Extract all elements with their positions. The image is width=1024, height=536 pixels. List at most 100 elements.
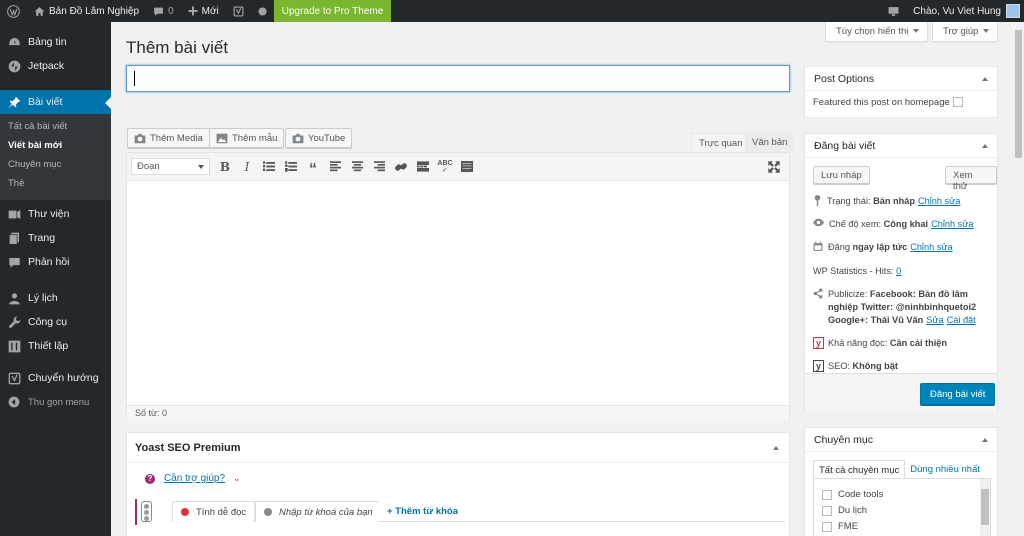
status-dot-button[interactable]: [251, 0, 274, 22]
chevron-down-icon: [983, 29, 990, 34]
help-link[interactable]: Cần trợ giúp?: [164, 473, 225, 484]
category-checkbox[interactable]: [822, 489, 832, 500]
quote-icon: “: [309, 160, 317, 178]
italic-button[interactable]: I: [236, 157, 258, 177]
comments-link[interactable]: 0: [146, 0, 181, 22]
stats-label: WP Statistics - Hits:: [813, 266, 894, 276]
post-title-input[interactable]: [126, 65, 790, 92]
edit-status-link[interactable]: Chỉnh sửa: [918, 196, 960, 206]
sidebar-item-redirects[interactable]: Chuyển hướng: [0, 366, 111, 390]
publish-when-label: Đăng: [828, 242, 850, 252]
fullscreen-button[interactable]: [763, 157, 785, 177]
collapse-arrow-icon[interactable]: [982, 143, 988, 148]
list-item[interactable]: Du lịch: [822, 505, 867, 516]
scrollbar-thumb[interactable]: [981, 489, 989, 525]
upgrade-pro-link[interactable]: Upgrade to Pro Theme: [273, 0, 392, 22]
bold-icon: B: [219, 159, 231, 174]
tab-visual-label: Trực quan: [699, 138, 743, 149]
editor-content-area[interactable]: [127, 181, 789, 405]
tab-all-categories[interactable]: Tất cả chuyên mục: [813, 460, 906, 479]
chevron-down-icon: [913, 29, 920, 34]
traffic-light-icon: [135, 499, 153, 525]
add-media-button[interactable]: Thêm Media: [127, 128, 210, 148]
sidebar-item-profile[interactable]: Lý lịch: [0, 286, 111, 310]
read-more-button[interactable]: [412, 157, 434, 177]
site-name-link[interactable]: Bản Đồ Lâm Nghiệp: [27, 0, 146, 22]
sidebar-item-settings[interactable]: Thiết lập: [0, 334, 111, 358]
camera-icon: [134, 133, 146, 143]
align-left-button[interactable]: [324, 157, 346, 177]
bold-button[interactable]: B: [214, 157, 236, 177]
account-menu[interactable]: Chào, Vu Viet Hung: [906, 0, 1024, 22]
blockquote-button[interactable]: “: [302, 157, 324, 177]
yoast-adminbar-button[interactable]: [226, 0, 251, 22]
wordpress-logo-button[interactable]: [0, 0, 27, 22]
help-button[interactable]: Trợ giúp: [932, 22, 999, 42]
align-right-button[interactable]: [368, 157, 390, 177]
collapse-arrow-icon[interactable]: [773, 445, 779, 450]
submenu-all-posts[interactable]: Tất cả bài viết: [0, 118, 111, 137]
submenu-tags[interactable]: Thẻ: [0, 175, 111, 194]
spellcheck-button[interactable]: ABC ✓: [434, 157, 456, 177]
word-count: Số từ: 0: [135, 408, 168, 418]
post-options-title: Post Options: [814, 72, 875, 85]
screen-options-button[interactable]: Tùy chọn hiển thị: [825, 22, 929, 42]
sidebar-item-posts[interactable]: Bài viết: [0, 90, 111, 114]
page-scrollbar[interactable]: [1013, 22, 1024, 536]
format-select[interactable]: Đoạn: [131, 158, 210, 175]
align-center-button[interactable]: [346, 157, 368, 177]
collapse-arrow-icon[interactable]: [982, 76, 988, 81]
tab-visual[interactable]: Trực quan: [691, 133, 751, 152]
publicize-settings-link[interactable]: Cài đặt: [947, 315, 976, 325]
sidebar-item-dashboard[interactable]: Bảng tin: [0, 30, 111, 54]
save-draft-button[interactable]: Lưu nháp: [813, 166, 870, 184]
sidebar-item-tools[interactable]: Công cụ: [0, 310, 111, 334]
chevron-down-icon[interactable]: ⌄: [233, 473, 241, 484]
categories-header[interactable]: Chuyên mục: [805, 428, 997, 452]
sidebar-item-comments[interactable]: Phản hồi: [0, 250, 111, 274]
submenu-categories[interactable]: Chuyên mục: [0, 156, 111, 175]
edit-publicize-link[interactable]: Sửa: [926, 315, 943, 325]
bullet-list-icon: [263, 161, 275, 171]
category-checkbox[interactable]: [822, 505, 832, 516]
publish-header[interactable]: Đăng bài viết: [805, 134, 997, 158]
readability-row: y Khả năng đọc: Cần cải thiện: [813, 337, 947, 350]
bullet-list-button[interactable]: [258, 157, 280, 177]
collapse-menu-button[interactable]: Thu gọn menu: [0, 390, 111, 414]
tab-text[interactable]: Văn bản: [745, 133, 795, 152]
toolbar-toggle-button[interactable]: [456, 157, 478, 177]
featured-label: Featured this post on homepage: [813, 97, 950, 108]
edit-schedule-link[interactable]: Chỉnh sửa: [910, 242, 952, 252]
submenu-add-new[interactable]: Viết bài mới: [0, 137, 111, 156]
edit-visibility-link[interactable]: Chỉnh sửa: [931, 219, 973, 229]
youtube-button[interactable]: YouTube: [285, 128, 353, 148]
category-scrollbar[interactable]: [980, 479, 990, 536]
traffic-light-dot: [144, 516, 149, 521]
list-item[interactable]: Code tools: [822, 489, 883, 500]
screen-share-button[interactable]: [881, 0, 906, 22]
preview-button[interactable]: Xem thử: [945, 166, 997, 192]
pin-icon: [8, 96, 20, 108]
category-checkbox[interactable]: [822, 521, 832, 532]
sidebar-item-jetpack[interactable]: Jetpack: [0, 54, 111, 78]
numbered-list-button[interactable]: [280, 157, 302, 177]
sidebar-item-media[interactable]: Thư viện: [0, 202, 111, 226]
sidebar-item-pages[interactable]: Trang: [0, 226, 111, 250]
scrollbar-thumb[interactable]: [1015, 30, 1022, 158]
yoast-box-header[interactable]: Yoast SEO Premium: [127, 433, 789, 463]
list-item[interactable]: FME: [822, 521, 858, 532]
add-template-button[interactable]: Thêm mẫu: [209, 128, 285, 148]
featured-checkbox[interactable]: [952, 97, 963, 108]
tab-all-categories-label: Tất cả chuyên mục: [819, 465, 900, 476]
publish-button[interactable]: Đăng bài viết: [920, 383, 996, 405]
tab-keyword[interactable]: Nhập từ khoá của bạn: [255, 501, 382, 522]
stats-value[interactable]: 0: [896, 266, 901, 276]
add-keyword-tab[interactable]: + Thêm từ khóa: [379, 501, 467, 522]
post-options-header[interactable]: Post Options: [805, 67, 997, 91]
collapse-arrow-icon[interactable]: [982, 437, 988, 442]
tab-most-used[interactable]: Dùng nhiều nhất: [905, 460, 985, 479]
tab-readability[interactable]: Tính dễ đọc: [172, 501, 256, 522]
new-content-link[interactable]: Mới: [181, 0, 226, 22]
insert-link-button[interactable]: [390, 157, 412, 177]
status-label: Trạng thái:: [827, 196, 871, 206]
